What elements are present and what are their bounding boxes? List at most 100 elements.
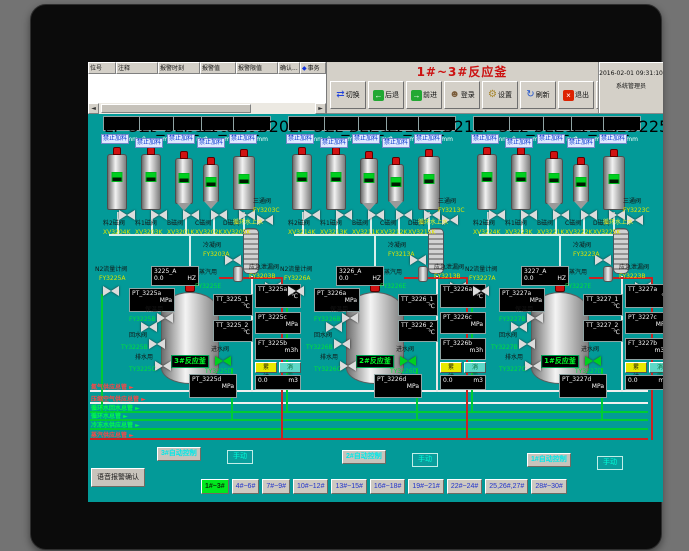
- return-valve-icon[interactable]: [334, 339, 350, 349]
- instrument-tag: FT_3225b: [256, 339, 300, 347]
- toolbar-button-settings-gear[interactable]: ⚙设置: [482, 81, 518, 109]
- drain-valve-name: 排水用: [135, 354, 153, 361]
- alarm-col-transaction[interactable]: ◆事务: [300, 62, 326, 74]
- tank-cap: [147, 147, 155, 155]
- reactor-tab-19#~21#[interactable]: 19#~21#: [408, 479, 443, 494]
- total-button[interactable]: 累计: [255, 362, 277, 373]
- drain-valve-icon[interactable]: [525, 361, 541, 371]
- feed-valve-icon[interactable]: [119, 210, 135, 220]
- toolbar-button-refresh[interactable]: ↻刷新: [520, 81, 556, 109]
- insulation-valve-icon[interactable]: [157, 313, 173, 323]
- toolbar-button-switch[interactable]: ⇄切换: [330, 81, 366, 109]
- n2-flow-valve-icon[interactable]: [288, 286, 304, 296]
- vessel-temp-box: TT_3227_2℃: [583, 320, 623, 342]
- insulation-valve-icon[interactable]: [141, 322, 157, 332]
- feed-valve-tag: XV3223K: [505, 229, 532, 236]
- cond-valve-icon[interactable]: [225, 255, 241, 265]
- feed-valve-icon[interactable]: [211, 210, 227, 220]
- inlet-valve-icon[interactable]: [215, 356, 231, 366]
- drain-valve-name: 排水用: [505, 354, 523, 361]
- toolbar-button-exit[interactable]: ×退出: [558, 81, 594, 109]
- alarm-col-ack[interactable]: 确认...: [278, 62, 300, 74]
- return-valve-icon[interactable]: [519, 339, 535, 349]
- alarm-col-limit[interactable]: 报警限值: [236, 62, 278, 74]
- reactor-tab-4#~6#[interactable]: 4#~6#: [232, 479, 260, 494]
- scroll-left-icon[interactable]: ◄: [88, 103, 99, 114]
- insulation-valve-icon[interactable]: [342, 313, 358, 323]
- flow-box: FT_3226bm3h: [440, 338, 486, 360]
- auto-control-button[interactable]: 1#自动控制: [527, 453, 571, 467]
- feed-valve-icon[interactable]: [521, 210, 537, 220]
- manual-button[interactable]: 手动: [412, 453, 438, 467]
- feed-valve-icon[interactable]: [368, 210, 384, 220]
- total-button[interactable]: 累计: [440, 362, 462, 373]
- instrument-tag: PT_3226c: [441, 313, 485, 321]
- toolbar-button-back[interactable]: ←后退: [368, 81, 404, 109]
- instrument-row: ℃: [214, 303, 252, 310]
- feed-valve-icon[interactable]: [396, 210, 412, 220]
- tank-level-indicator: [239, 174, 250, 184]
- alarm-table-header: 位号 注释 报警时刻 报警值 报警限值 确认... ◆事务: [88, 62, 326, 74]
- reactor-tab-28#~30#[interactable]: 28#~30#: [531, 479, 566, 494]
- inlet-valve-name: 进水阀: [396, 346, 414, 353]
- reactor-tab-25,26#,27#[interactable]: 25,26#,27#: [485, 479, 528, 494]
- reset-button[interactable]: 消零: [649, 362, 663, 373]
- reactor-tab-13#~15#[interactable]: 13#~15#: [331, 479, 366, 494]
- alarm-table-scrollbar[interactable]: ◄ ►: [88, 103, 326, 114]
- reactor-tab-7#~9#[interactable]: 7#~9#: [262, 479, 290, 494]
- reset-button[interactable]: 消零: [279, 362, 301, 373]
- manual-button[interactable]: 手动: [597, 456, 623, 470]
- feed-valve-icon[interactable]: [336, 210, 352, 220]
- insulation-valve-icon[interactable]: [527, 313, 543, 323]
- drain-valve-icon[interactable]: [340, 361, 356, 371]
- feed-valve-icon[interactable]: [489, 210, 505, 220]
- reset-button[interactable]: 消零: [464, 362, 486, 373]
- alarm-col-value[interactable]: 报警值: [200, 62, 236, 74]
- instrument-row: 0.0m3: [256, 377, 300, 384]
- voice-alarm-ack-button[interactable]: 语音报警确认: [91, 468, 145, 487]
- pipe-main-label-3: 循环水总管 ►: [91, 411, 128, 420]
- feed-valve-icon[interactable]: [304, 210, 320, 220]
- feed-valve-icon[interactable]: [553, 210, 569, 220]
- auto-control-button[interactable]: 2#自动控制: [342, 450, 386, 464]
- reactor-tab-10#~12#[interactable]: 10#~12#: [293, 479, 328, 494]
- feed-valve-name: 料2磁阀: [473, 220, 495, 227]
- instrument-unit: ℃: [613, 329, 620, 336]
- feed-valve-icon[interactable]: [151, 210, 167, 220]
- inlet-valve-icon[interactable]: [400, 356, 416, 366]
- feed-valve-icon[interactable]: [183, 210, 199, 220]
- insulation-valve-icon[interactable]: [326, 322, 342, 332]
- manual-button[interactable]: 手动: [227, 450, 253, 464]
- scroll-thumb[interactable]: [101, 104, 251, 113]
- cond-valve-icon[interactable]: [595, 255, 611, 265]
- instrument-unit: MPa: [407, 383, 419, 390]
- vessel-label: 3#反应釜: [171, 355, 209, 368]
- n2-flow-valve-icon[interactable]: [473, 286, 489, 296]
- feed-valve-icon[interactable]: [581, 210, 597, 220]
- reactor-tab-22#~24#[interactable]: 22#~24#: [447, 479, 482, 494]
- alarm-col-time[interactable]: 报警时刻: [158, 62, 200, 74]
- instrument-tag: 3227_A: [522, 267, 568, 275]
- drain-valve-icon[interactable]: [155, 361, 171, 371]
- alarm-col-comment[interactable]: 注释: [116, 62, 158, 74]
- reactor-tab-16#~18#[interactable]: 16#~18#: [370, 479, 405, 494]
- cond-valve-icon[interactable]: [410, 255, 426, 265]
- total-button[interactable]: 累计: [625, 362, 647, 373]
- insulation-valve-icon[interactable]: [511, 322, 527, 332]
- bottom-pressure-box: PT_3225dMPa: [189, 374, 237, 398]
- toolbar-button-forward[interactable]: →前进: [406, 81, 442, 109]
- alarm-col-tag[interactable]: 位号: [88, 62, 116, 74]
- tank-level-readout: LT_32140mm: [288, 116, 326, 131]
- inlet-valve-icon[interactable]: [585, 356, 601, 366]
- feed-valve-name: B磁阀: [352, 220, 368, 227]
- transaction-icon: ◆: [302, 63, 307, 74]
- n2-flow-valve-icon[interactable]: [103, 286, 119, 296]
- reactor-tab-1#~3#[interactable]: 1#~3#: [201, 479, 229, 494]
- condenser-top-label: 循环水上水: [233, 219, 263, 226]
- auto-control-button[interactable]: 3#自动控制: [157, 447, 201, 461]
- scroll-right-icon[interactable]: ►: [315, 103, 326, 114]
- feed-tank: [360, 158, 378, 204]
- toolbar-button-login-user[interactable]: ☻登录: [444, 81, 480, 109]
- feed-valve-tag: XV3202K: [195, 229, 222, 236]
- return-valve-icon[interactable]: [149, 339, 165, 349]
